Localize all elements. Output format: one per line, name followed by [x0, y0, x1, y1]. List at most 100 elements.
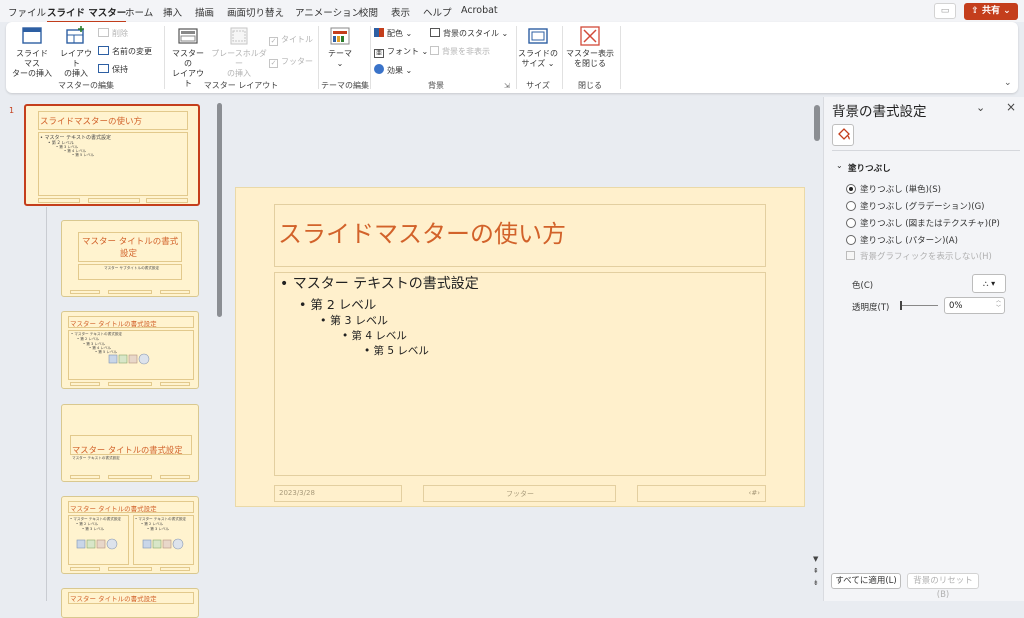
thumbnail-comparison-layout[interactable]: マスター タイトルの書式設定 [61, 588, 199, 618]
format-background-pane: 背景の書式設定 ⌄ × ⌄ 塗りつぶし 塗りつぶし (単色)(S) 塗りつぶし … [823, 97, 1024, 601]
thumb-footer-box [70, 475, 100, 479]
tab-review[interactable]: 校閲 [359, 5, 378, 19]
thumb-line: • 第 5 レベル [72, 153, 95, 157]
slide-number-placeholder[interactable]: ‹#› [637, 485, 766, 502]
slide-size-label-1: スライドの [518, 49, 558, 58]
tab-acrobat[interactable]: Acrobat [461, 5, 498, 16]
chevron-down-icon[interactable]: ⌄ [836, 161, 843, 170]
main-scrollbar[interactable]: ▼ ⇞ ⇟ [812, 97, 822, 601]
fill-gradient-label[interactable]: 塗りつぶし (グラデーション)(G) [860, 200, 984, 212]
apply-to-all-button[interactable]: すべてに適用(L) [831, 573, 901, 589]
footer-checkbox[interactable]: ✓ フッター [269, 56, 313, 68]
hide-background-label: 背景を非表示 [442, 47, 490, 56]
background-styles-icon [430, 28, 440, 37]
fill-section-header[interactable]: 塗りつぶし [848, 162, 891, 174]
tab-home[interactable]: ホーム [125, 5, 153, 19]
thumb-line: • 第 3 レベル [82, 527, 105, 531]
color-picker-button[interactable]: ⛬ ▾ [972, 274, 1006, 293]
thumbnail-slide-master[interactable]: スライドマスターの使い方 • マスター テキストの書式設定 • 第 2 レベル … [24, 104, 200, 206]
fill-picture-radio[interactable] [846, 218, 856, 228]
title-checkbox-label: タイトル [281, 35, 313, 44]
fill-picture-label[interactable]: 塗りつぶし (図またはテクスチャ)(P) [860, 217, 1000, 229]
hide-graphics-label: 背景グラフィックを表示しない(H) [860, 252, 992, 262]
paint-bucket-icon: ⛬ [982, 279, 989, 288]
pane-options-chevron-icon[interactable]: ⌄ [976, 101, 985, 114]
close-master-view-button[interactable]: マスター表示 を閉じる [564, 26, 616, 69]
insert-placeholder-button[interactable]: プレースホルダー の挿入 [209, 26, 269, 79]
collapse-ribbon-icon[interactable]: ⌄ [1004, 78, 1012, 88]
effects-button[interactable]: 効果 ⌄ [374, 64, 412, 77]
insert-layout-icon [66, 26, 84, 44]
fonts-icon: 亜 [374, 49, 384, 58]
dialog-launcher-icon[interactable]: ⇲ [504, 82, 510, 90]
transparency-input[interactable]: 0% ︿ ﹀ [944, 297, 1005, 314]
tab-draw[interactable]: 描画 [195, 5, 214, 19]
thumbnail-two-content-layout[interactable]: マスター タイトルの書式設定 • マスター テキストの書式設定 • 第 2 レベ… [61, 496, 199, 574]
fill-solid-label[interactable]: 塗りつぶし (単色)(S) [860, 183, 941, 195]
tab-transitions[interactable]: 画面切り替え [227, 5, 284, 19]
insert-slide-master-button[interactable]: スライド マス ターの挿入 [12, 26, 52, 79]
transparency-slider-handle[interactable] [900, 301, 902, 310]
spinner-icon[interactable]: ︿ ﹀ [996, 298, 1001, 312]
reset-background-button[interactable]: 背景のリセット(B) [907, 573, 979, 600]
preserve-label: 保持 [112, 65, 128, 74]
preserve-button[interactable]: 保持 [98, 64, 128, 76]
previous-slide-icon[interactable]: ⇞ [813, 567, 819, 575]
tab-help[interactable]: ヘルプ [423, 5, 452, 19]
fill-tab[interactable] [832, 124, 854, 146]
hide-background-checkbox[interactable]: 背景を非表示 [430, 46, 490, 58]
title-checkbox[interactable]: ✓ タイトル [269, 34, 313, 46]
themes-button[interactable]: テーマ ⌄ [324, 26, 356, 69]
background-styles-button[interactable]: 背景のスタイル ⌄ [430, 28, 508, 40]
slide-title: スライドマスターの使い方 [278, 220, 566, 248]
tab-file[interactable]: ファイル [8, 5, 46, 19]
scrollbar-thumb[interactable] [217, 103, 222, 317]
scroll-down-icon[interactable]: ▼ [813, 555, 818, 563]
fill-pattern-radio[interactable] [846, 235, 856, 245]
thumbnail-title-layout[interactable]: マスター タイトルの書式 設定 マスター サブタイトルの書式設定 [61, 220, 199, 297]
fill-pattern-label[interactable]: 塗りつぶし (パターン)(A) [860, 234, 958, 246]
fonts-button[interactable]: 亜フォント ⌄ [374, 46, 428, 58]
footer-checkbox-label: フッター [281, 57, 313, 66]
fill-gradient-radio[interactable] [846, 201, 856, 211]
bullet-level-1: • マスター テキストの書式設定 [280, 276, 479, 292]
tab-insert[interactable]: 挿入 [163, 5, 182, 19]
fill-solid-radio[interactable] [846, 184, 856, 194]
tab-animations[interactable]: アニメーション [295, 5, 361, 19]
content-placeholder-icons [108, 352, 154, 366]
comments-button[interactable]: ▭ [934, 3, 956, 19]
thumb-subtitle: マスター テキストの書式設定 [72, 456, 120, 460]
date-text: 2023/3/28 [279, 489, 315, 497]
thumbnail-section-header-layout[interactable]: マスター タイトルの書式設定 マスター テキストの書式設定 [61, 404, 199, 482]
fonts-label: フォント [387, 47, 419, 56]
checkbox-icon: ✓ [269, 37, 278, 46]
transparency-slider[interactable] [900, 305, 938, 306]
tab-slide-master[interactable]: スライド マスター [47, 5, 127, 23]
themes-label: テーマ [328, 49, 352, 58]
next-slide-icon[interactable]: ⇟ [813, 579, 819, 587]
insert-layout-button[interactable]: レイアウト の挿入 [58, 26, 94, 79]
colors-button[interactable]: 配色 ⌄ [374, 28, 412, 40]
delete-button[interactable]: 削除 [98, 28, 128, 40]
chevron-down-icon: ⌄ [1003, 6, 1011, 16]
footer-placeholder[interactable]: フッター [423, 485, 616, 502]
tab-view[interactable]: 表示 [391, 5, 410, 19]
close-icon[interactable]: × [1006, 100, 1016, 114]
group-master-layout-label: マスター レイアウト [203, 81, 279, 90]
insert-slide-master-label-1: スライド マス [16, 49, 48, 68]
slide-size-button[interactable]: スライドの サイズ ⌄ [518, 26, 558, 69]
rename-button[interactable]: 名前の変更 [98, 46, 152, 58]
tree-line [46, 207, 47, 601]
slide-number-text: ‹#› [748, 489, 760, 497]
divider [832, 150, 1020, 151]
hide-graphics-checkbox[interactable] [846, 251, 855, 260]
share-button[interactable]: ⇪ 共有 ⌄ [964, 3, 1018, 20]
group-separator [562, 26, 563, 89]
share-icon: ⇪ [971, 6, 979, 16]
rename-icon [98, 46, 109, 55]
scrollbar-thumb[interactable] [814, 105, 820, 141]
date-placeholder[interactable]: 2023/3/28 [274, 485, 402, 502]
thumbnail-scrollbar[interactable] [216, 97, 224, 601]
thumbnail-title-content-layout[interactable]: マスター タイトルの書式設定 • マスター テキストの書式設定 • 第 2 レベ… [61, 311, 199, 389]
footer-text: フッター [506, 490, 534, 498]
